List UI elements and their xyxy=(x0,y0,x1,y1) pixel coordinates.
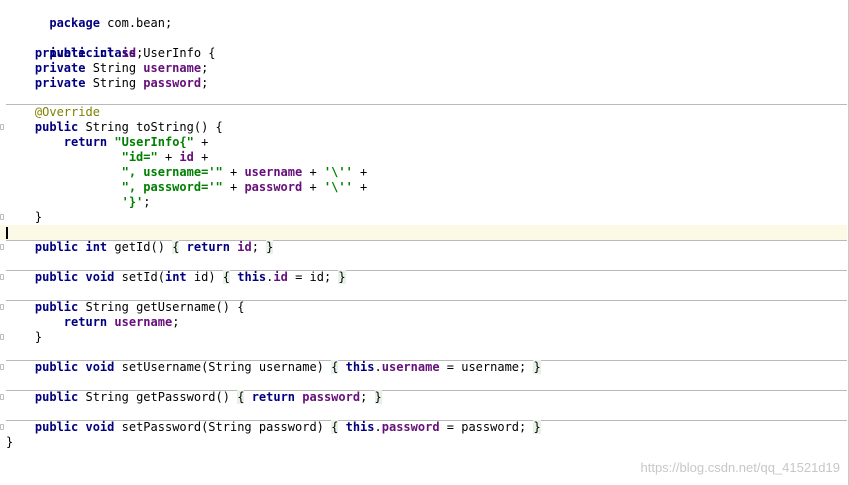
fold-marker-icon[interactable] xyxy=(0,304,4,310)
assign-password: = password; xyxy=(439,420,534,434)
code-line-5[interactable]: private String username; xyxy=(0,61,847,76)
tostring-signature: String toString() { xyxy=(78,120,223,134)
field-password: password xyxy=(244,180,303,194)
fold-marker-icon[interactable] xyxy=(0,274,4,280)
string-literal: ", password='" xyxy=(121,180,223,194)
keyword-public: public xyxy=(34,120,79,134)
text-caret xyxy=(6,227,8,239)
code-line-1[interactable]: package com.bean; xyxy=(0,1,847,30)
keyword-public-void: public void xyxy=(34,270,115,284)
keyword-public-void: public void xyxy=(34,420,115,434)
keyword-this: this xyxy=(345,420,375,434)
code-line-22[interactable]: return username; xyxy=(0,315,847,330)
method-setpassword: setPassword(String password) xyxy=(114,420,332,434)
keyword-public: public xyxy=(34,300,79,314)
keyword-return: return xyxy=(251,390,296,404)
method-getpassword: String getPassword() xyxy=(78,390,238,404)
code-line-6[interactable]: private String password; xyxy=(0,76,847,91)
fold-marker-icon[interactable] xyxy=(0,334,4,340)
annotation-override: @Override xyxy=(34,105,100,119)
keyword-public-int: public int xyxy=(34,240,108,254)
code-line-14[interactable]: '}'; xyxy=(0,195,847,210)
code-line-17[interactable]: public int getId() { return id; } xyxy=(0,240,847,255)
keyword-this: this xyxy=(237,270,267,284)
code-line-8[interactable]: @Override xyxy=(0,105,847,120)
code-line-16-current[interactable] xyxy=(0,225,847,240)
code-line-25[interactable]: public void setUsername(String username)… xyxy=(0,360,847,375)
fold-marker-icon[interactable] xyxy=(0,214,4,220)
code-line-30[interactable]: } xyxy=(0,435,847,450)
field-password: password xyxy=(143,76,202,90)
fold-marker-icon[interactable] xyxy=(0,124,4,130)
string-literal: '}' xyxy=(121,195,144,209)
string-literal: "id=" xyxy=(121,150,158,164)
field-username: username xyxy=(381,360,440,374)
keyword-package: package xyxy=(49,16,100,30)
keyword-public: public xyxy=(34,390,79,404)
field-id: id xyxy=(121,46,137,60)
keyword-return: return xyxy=(186,240,231,254)
method-getid: getId() xyxy=(107,240,173,254)
code-line-19[interactable]: public void setId(int id) { this.id = id… xyxy=(0,270,847,285)
field-id: id xyxy=(237,240,252,254)
keyword-public-void: public void xyxy=(34,360,115,374)
watermark: https://blog.csdn.net/qq_41521d19 xyxy=(640,460,841,475)
method-setusername: setUsername(String username) xyxy=(114,360,332,374)
field-id: id xyxy=(273,270,288,284)
code-line-23[interactable]: } xyxy=(0,330,847,345)
field-username: username xyxy=(114,315,173,329)
param-id: id) xyxy=(186,270,223,284)
keyword-private-int: private int xyxy=(34,46,115,60)
fold-marker-icon[interactable] xyxy=(0,424,4,430)
package-name: com.bean; xyxy=(99,16,173,30)
type-string: String xyxy=(85,61,144,75)
method-getusername: String getUsername() { xyxy=(78,300,245,314)
keyword-return: return xyxy=(63,135,108,149)
keyword-this: this xyxy=(345,360,375,374)
field-username: username xyxy=(143,61,202,75)
code-line-9[interactable]: public String toString() { xyxy=(0,120,847,135)
field-username: username xyxy=(244,165,303,179)
field-password: password xyxy=(302,390,361,404)
string-literal: "UserInfo{" xyxy=(114,135,194,149)
code-line-10[interactable]: return "UserInfo{" + xyxy=(0,135,847,150)
keyword-return: return xyxy=(63,315,108,329)
keyword-private: private xyxy=(34,76,86,90)
code-line-15[interactable]: } xyxy=(0,210,847,225)
fold-marker-icon[interactable] xyxy=(0,394,4,400)
code-line-12[interactable]: ", username='" + username + '\'' + xyxy=(0,165,847,180)
code-line-4[interactable]: private int id; xyxy=(0,46,847,61)
field-password: password xyxy=(381,420,440,434)
code-line-3[interactable]: public class UserInfo { xyxy=(0,31,847,60)
fold-marker-icon[interactable] xyxy=(0,364,4,370)
type-string: String xyxy=(85,76,144,90)
fold-marker-icon[interactable] xyxy=(0,244,4,250)
field-id: id xyxy=(179,150,194,164)
keyword-int: int xyxy=(164,270,187,284)
code-line-11[interactable]: "id=" + id + xyxy=(0,150,847,165)
code-line-13[interactable]: ", password='" + password + '\'' + xyxy=(0,180,847,195)
assign-username: = username; xyxy=(439,360,534,374)
keyword-private: private xyxy=(34,61,86,75)
code-line-21[interactable]: public String getUsername() { xyxy=(0,300,847,315)
code-line-27[interactable]: public String getPassword() { return pas… xyxy=(0,390,847,405)
code-editor[interactable]: package com.bean; public class UserInfo … xyxy=(0,0,849,485)
code-line-29[interactable]: public void setPassword(String password)… xyxy=(0,420,847,435)
assign-id: = id; xyxy=(287,270,339,284)
method-setid: setId( xyxy=(114,270,165,284)
string-literal: ", username='" xyxy=(121,165,223,179)
